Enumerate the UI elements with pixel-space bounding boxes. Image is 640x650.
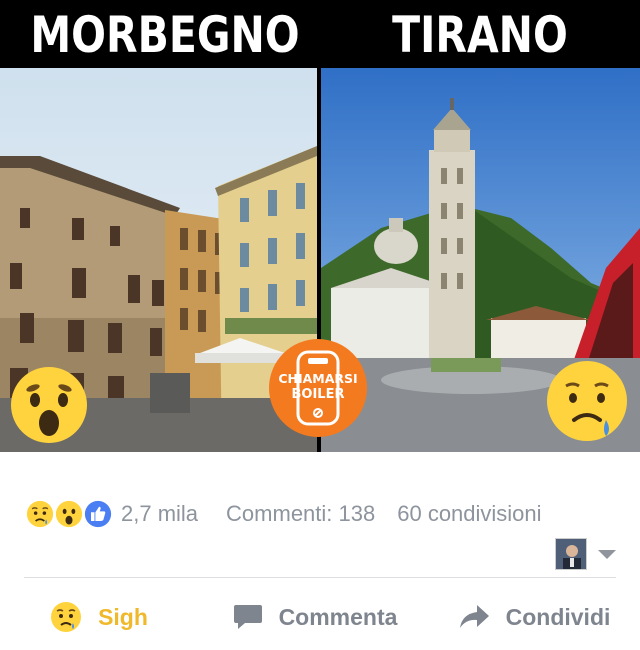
chiamarsi-boiler-logo: CHIAMARSI BOILER — [269, 339, 367, 437]
svg-text:CHIAMARSI: CHIAMARSI — [278, 371, 357, 386]
share-button[interactable]: Condividi — [420, 604, 640, 631]
reactions-summary[interactable]: 2,7 mila Commenti: 138 60 condivisioni — [24, 494, 624, 534]
like-icon — [82, 498, 114, 530]
comment-icon — [233, 603, 263, 631]
chevron-down-icon[interactable] — [598, 549, 616, 559]
left-title: MORBEGNO — [30, 6, 300, 64]
shares-count[interactable]: 60 condivisioni — [397, 501, 541, 527]
sad-icon — [24, 498, 56, 530]
divider — [24, 577, 616, 578]
share-label: Condividi — [505, 603, 611, 630]
comment-label: Commenta — [278, 603, 398, 630]
avatar[interactable] — [555, 538, 587, 570]
sad-emoji-icon — [547, 361, 627, 441]
wow-emoji-icon — [11, 367, 87, 443]
share-arrow-icon — [458, 604, 490, 630]
svg-text:BOILER: BOILER — [292, 387, 345, 402]
reactions-count[interactable]: 2,7 mila — [121, 501, 198, 527]
comment-button[interactable]: Commenta — [170, 603, 420, 631]
comments-count[interactable]: Commenti: 138 — [226, 501, 375, 527]
right-title: TIRANO — [392, 6, 568, 64]
meme-image[interactable]: MORBEGNO TIRANO CHIAMARSI BOILER — [0, 0, 640, 452]
reaction-icons[interactable] — [24, 498, 114, 530]
sad-icon — [50, 601, 82, 633]
post-meta — [555, 537, 616, 571]
wow-icon — [53, 498, 85, 530]
action-bar: Sigh Commenta Condividi — [0, 592, 640, 642]
sigh-reaction-button[interactable]: Sigh — [0, 601, 170, 633]
sigh-label: Sigh — [98, 603, 148, 630]
